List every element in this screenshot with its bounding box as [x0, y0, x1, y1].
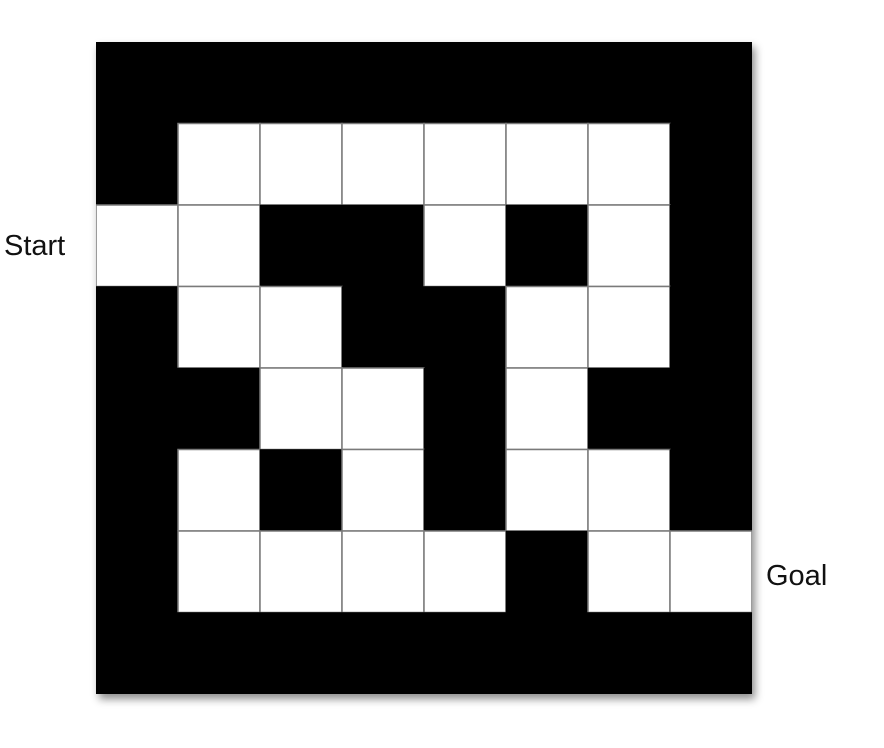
wall-cell-0-3: [341, 42, 425, 124]
open-cell-1-5: [505, 122, 589, 206]
open-cell-6-6: [587, 530, 671, 614]
wall-cell-7-2: [259, 612, 343, 694]
goal-label: Goal: [766, 560, 828, 592]
maze-svg: [96, 42, 752, 694]
wall-cell-3-3: [341, 286, 425, 369]
wall-cell-1-7: [669, 123, 752, 206]
open-cell-2-6: [587, 204, 671, 288]
open-cell-1-1: [177, 122, 261, 206]
open-cell-4-2: [259, 367, 343, 451]
open-cell-3-2: [259, 285, 343, 369]
start-label: Start: [4, 230, 66, 262]
wall-cell-0-6: [587, 42, 671, 124]
open-cell-4-5: [505, 367, 589, 451]
wall-cell-7-1: [177, 612, 261, 694]
open-cell-2-1: [177, 204, 261, 288]
wall-cell-3-7: [669, 286, 752, 369]
wall-cell-4-6: [587, 367, 671, 450]
open-cell-5-6: [587, 448, 671, 532]
wall-cell-4-1: [177, 367, 261, 450]
open-cell-1-6: [587, 122, 671, 206]
open-cell-5-5: [505, 448, 589, 532]
open-cell-2-0: [96, 204, 179, 288]
wall-cell-6-5: [505, 530, 589, 613]
wall-cell-7-5: [505, 612, 589, 694]
wall-cell-4-0: [96, 367, 179, 450]
wall-cell-0-2: [259, 42, 343, 124]
open-cell-4-3: [341, 367, 425, 451]
open-cell-5-1: [177, 448, 261, 532]
open-cell-6-7: [669, 530, 752, 614]
open-cell-1-3: [341, 122, 425, 206]
wall-cell-2-5: [505, 204, 589, 287]
wall-cell-5-2: [259, 449, 343, 532]
open-cell-6-1: [177, 530, 261, 614]
wall-cell-3-0: [96, 286, 179, 369]
wall-cell-0-7: [669, 42, 752, 124]
wall-cell-5-7: [669, 449, 752, 532]
wall-cell-4-7: [669, 367, 752, 450]
open-cell-1-2: [259, 122, 343, 206]
open-cell-3-1: [177, 285, 261, 369]
wall-cell-2-7: [669, 204, 752, 287]
wall-cell-0-1: [177, 42, 261, 124]
open-cell-6-2: [259, 530, 343, 614]
wall-cell-1-0: [96, 123, 179, 206]
maze-grid: [96, 42, 752, 694]
wall-cell-7-6: [587, 612, 671, 694]
wall-cell-5-4: [423, 449, 507, 532]
open-cell-5-3: [341, 448, 425, 532]
open-cell-6-3: [341, 530, 425, 614]
open-cell-2-4: [423, 204, 507, 288]
wall-cell-0-5: [505, 42, 589, 124]
open-cell-6-4: [423, 530, 507, 614]
wall-cell-7-7: [669, 612, 752, 694]
wall-cell-7-0: [96, 612, 179, 694]
wall-cell-3-4: [423, 286, 507, 369]
wall-cell-7-3: [341, 612, 425, 694]
wall-cell-2-2: [259, 204, 343, 287]
open-cell-1-4: [423, 122, 507, 206]
open-cell-3-6: [587, 285, 671, 369]
wall-cell-0-4: [423, 42, 507, 124]
wall-cell-6-0: [96, 530, 179, 613]
open-cell-3-5: [505, 285, 589, 369]
wall-cell-7-4: [423, 612, 507, 694]
wall-cell-0-0: [96, 42, 179, 124]
wall-cell-4-4: [423, 367, 507, 450]
wall-cell-5-0: [96, 449, 179, 532]
wall-cell-2-3: [341, 204, 425, 287]
